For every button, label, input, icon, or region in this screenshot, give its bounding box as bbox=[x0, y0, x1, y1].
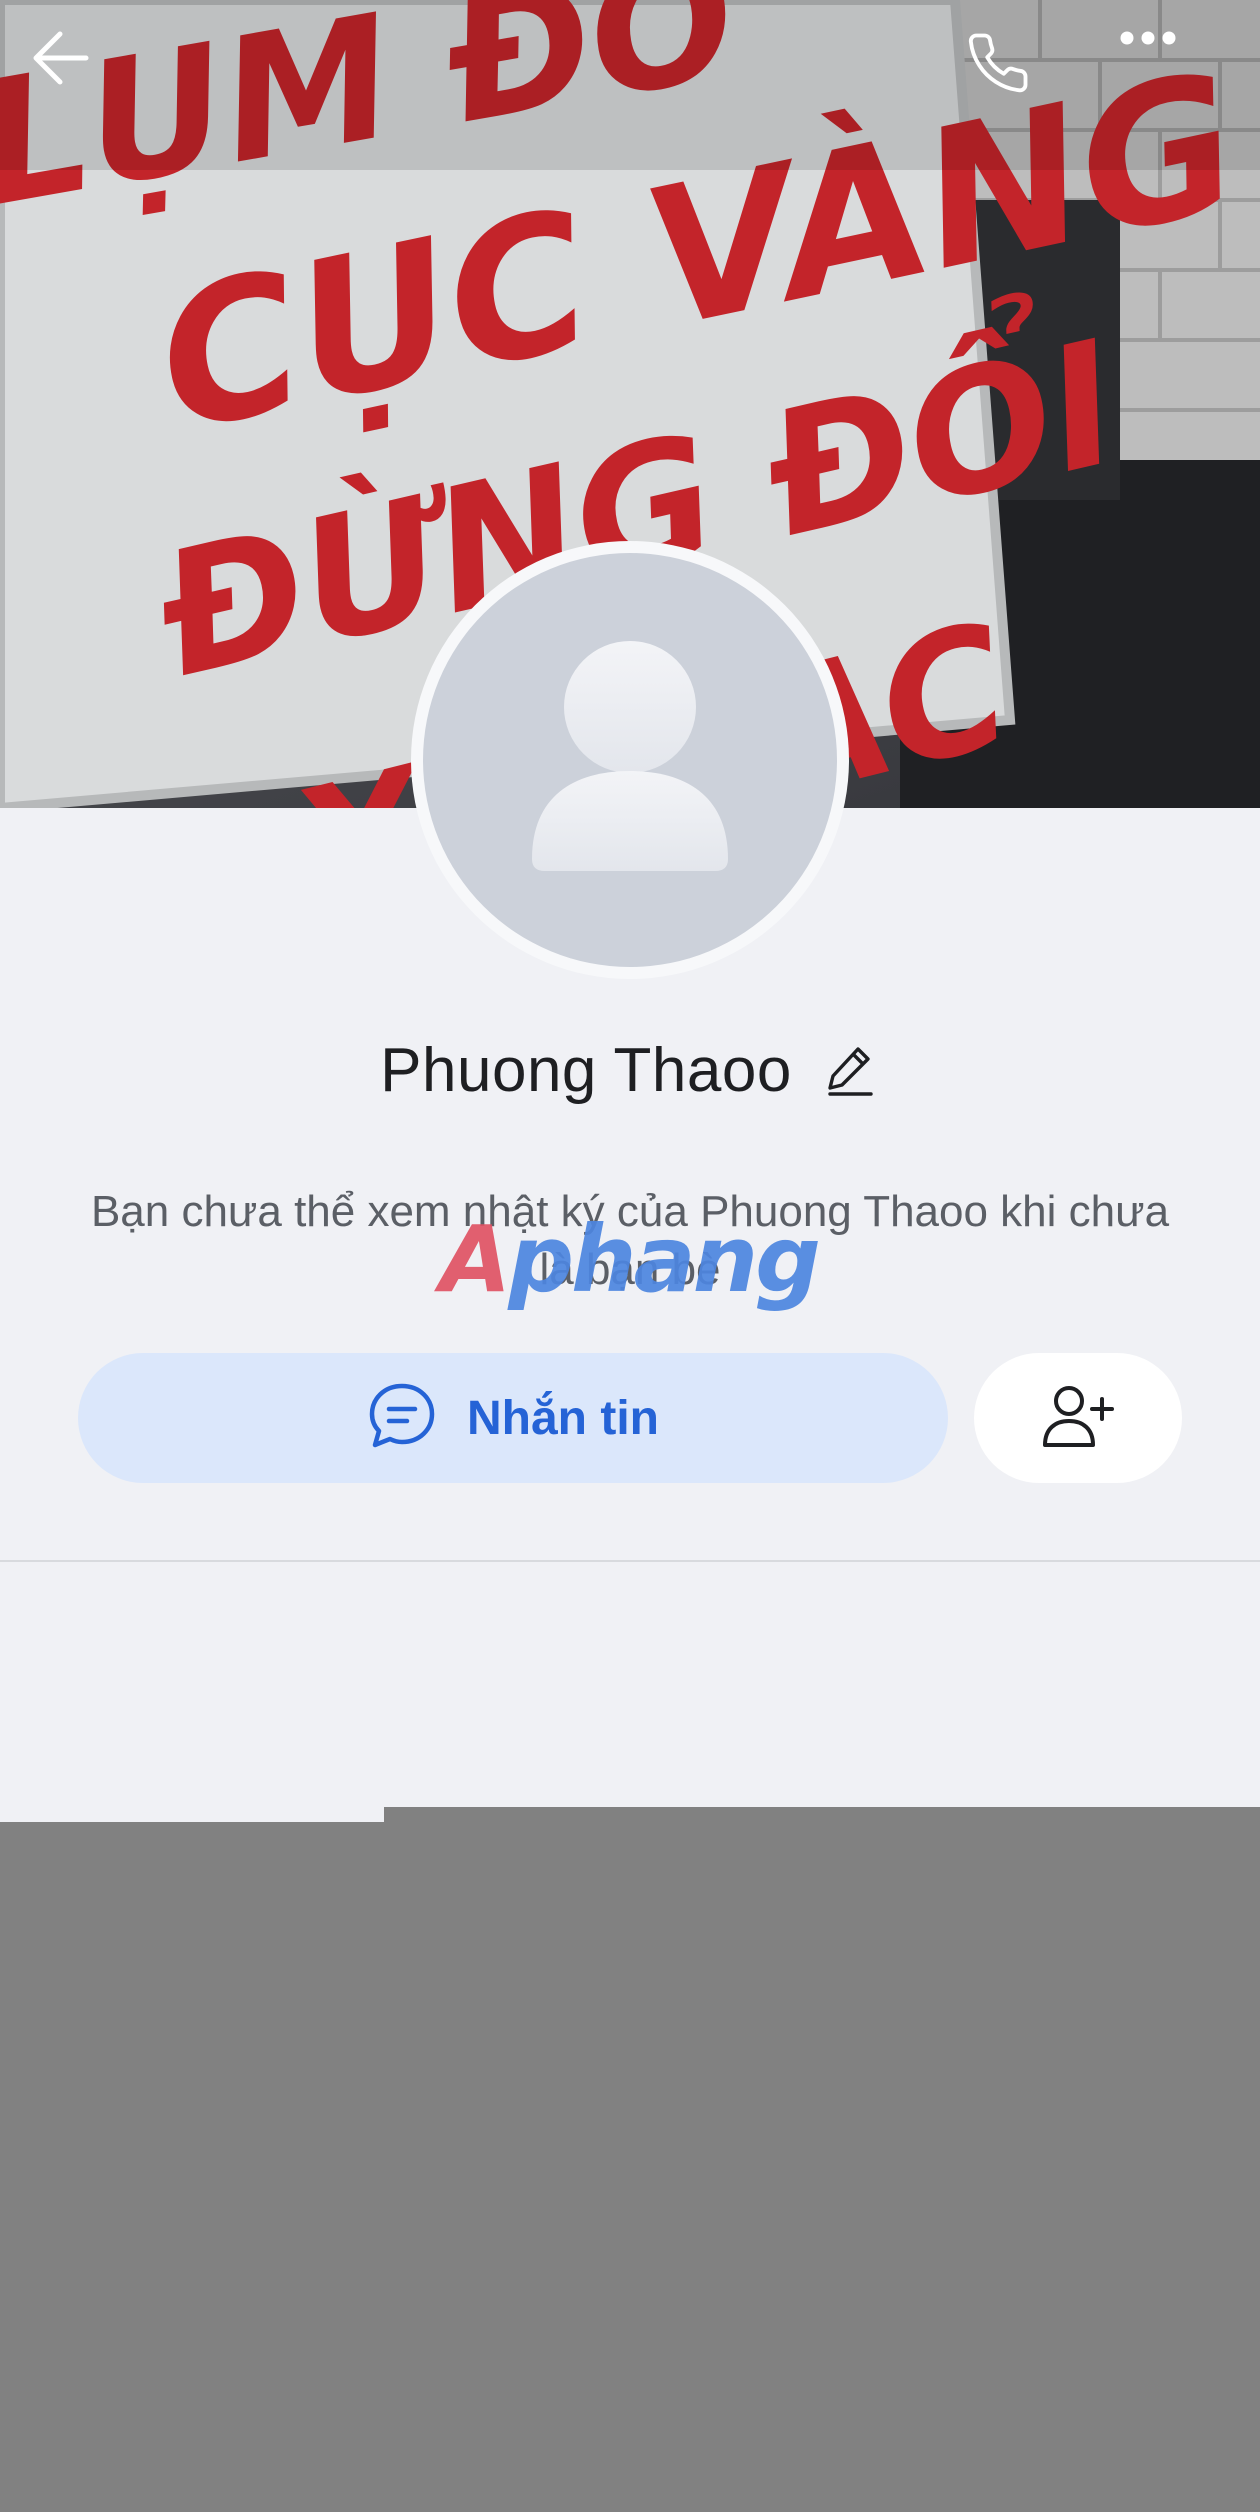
message-button-label: Nhắn tin bbox=[467, 1391, 659, 1445]
add-user-icon bbox=[1042, 1383, 1114, 1454]
edit-name-button[interactable] bbox=[820, 1040, 880, 1100]
pencil-icon bbox=[828, 1047, 873, 1096]
back-button[interactable] bbox=[30, 30, 150, 150]
more-options-button[interactable] bbox=[1120, 30, 1240, 150]
watermark-logo: Aphang bbox=[440, 1206, 821, 1313]
message-button[interactable]: Nhắn tin bbox=[78, 1353, 948, 1483]
avatar[interactable] bbox=[411, 541, 849, 979]
dim-overlay bbox=[384, 1807, 1260, 2512]
default-user-avatar-icon bbox=[423, 553, 837, 967]
profile-name: Phuong Thaoo bbox=[380, 1035, 792, 1105]
chat-bubble-icon bbox=[367, 1381, 437, 1456]
section-divider bbox=[0, 1560, 1260, 1562]
dim-overlay bbox=[0, 1822, 384, 2512]
profile-screen: LỤM ĐỒ CỤC VÀNG ĐỪNG ĐỔI XE MAC bbox=[0, 0, 1260, 2512]
name-row: Phuong Thaoo bbox=[0, 1020, 1260, 1120]
call-button[interactable] bbox=[965, 30, 1085, 150]
add-friend-button[interactable] bbox=[974, 1353, 1182, 1483]
